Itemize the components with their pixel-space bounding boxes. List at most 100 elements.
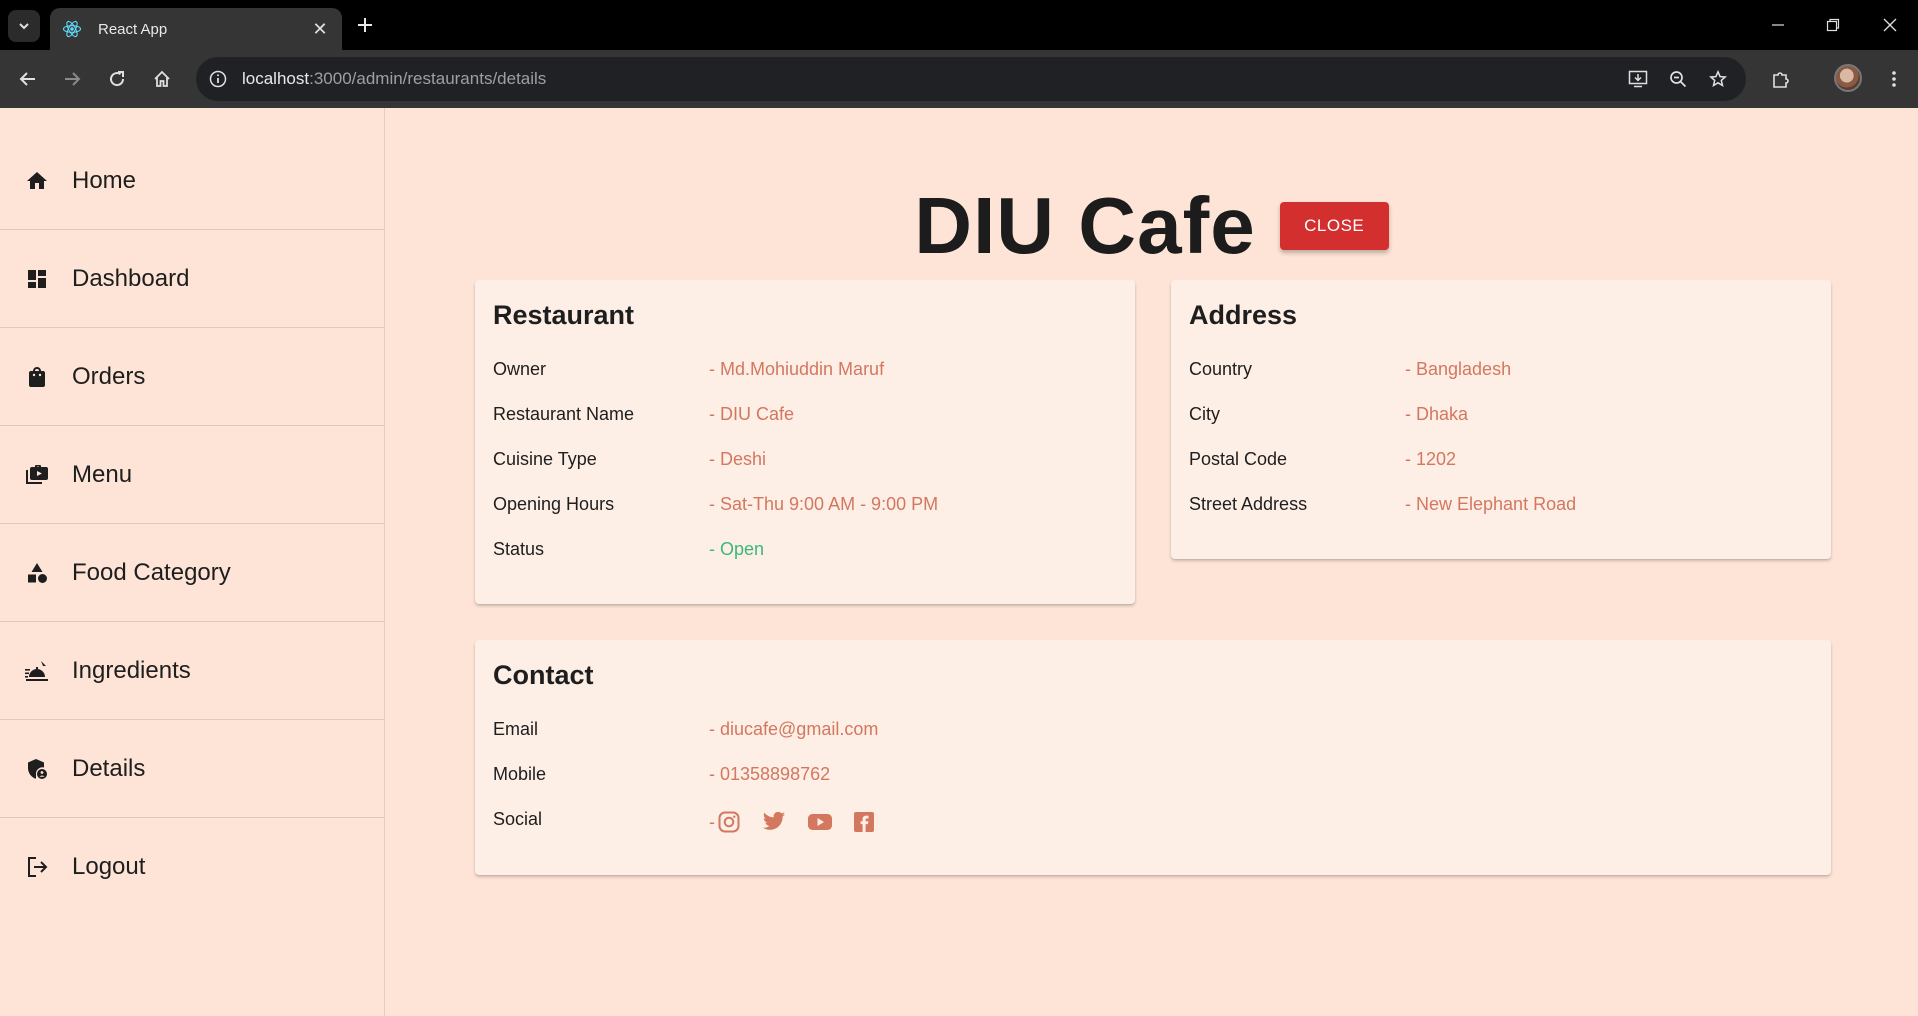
url-path: :3000/admin/restaurants/details: [309, 69, 547, 88]
social-links: -: [709, 807, 897, 837]
sidebar-item-label: Details: [72, 754, 146, 782]
sidebar-item-food-category[interactable]: Food Category: [0, 524, 384, 622]
contact-card: Contact Email - diucafe@gmail.com Mobile…: [475, 640, 1831, 875]
info-row: Cuisine Type - Deshi: [493, 449, 1117, 494]
zoom-icon[interactable]: [1662, 63, 1694, 95]
install-app-icon[interactable]: [1622, 63, 1654, 95]
sidebar-item-logout[interactable]: Logout: [0, 818, 384, 916]
minimize-button[interactable]: [1763, 12, 1793, 38]
reload-button[interactable]: [101, 63, 133, 95]
info-row: Mobile - 01358898762: [493, 764, 1813, 809]
browser-tab-bar: React App ✕: [0, 0, 1918, 50]
admin-details-icon: [24, 756, 50, 782]
postal-code-value: - 1202: [1405, 449, 1457, 469]
opening-hours-value: - Sat-Thu 9:00 AM - 9:00 PM: [709, 494, 939, 514]
sidebar-item-label: Home: [72, 166, 137, 194]
arrow-right-icon: [65, 72, 81, 86]
instagram-icon[interactable]: [717, 807, 762, 837]
title-row: DIU Cafe CLOSE: [385, 176, 1918, 276]
forward-button[interactable]: [56, 63, 88, 95]
sidebar-item-home[interactable]: Home: [0, 132, 384, 230]
owner-label: Owner: [493, 359, 547, 379]
extensions-button[interactable]: [1765, 63, 1797, 95]
browser-tab[interactable]: React App ✕: [50, 8, 342, 50]
page-title: DIU Cafe: [914, 181, 1256, 270]
youtube-icon[interactable]: [807, 807, 852, 837]
cuisine-type-value: - Deshi: [709, 449, 767, 469]
info-row: Restaurant Name - DIU Cafe: [493, 404, 1117, 449]
sidebar-item-label: Ingredients: [72, 656, 191, 684]
tab-search-button[interactable]: [8, 10, 40, 42]
sidebar-item-dashboard[interactable]: Dashboard: [0, 230, 384, 328]
app-root: Home Dashboard Orders Menu Food Category…: [0, 108, 1918, 1016]
city-label: City: [1189, 404, 1220, 424]
sidebar-item-label: Food Category: [72, 558, 231, 586]
restaurant-name-label: Restaurant Name: [493, 404, 635, 424]
sidebar-item-label: Dashboard: [72, 264, 190, 292]
info-row: City - Dhaka: [1189, 404, 1813, 449]
sidebar: Home Dashboard Orders Menu Food Category…: [0, 108, 385, 1016]
email-value: - diucafe@gmail.com: [709, 719, 879, 739]
twitter-icon[interactable]: [762, 807, 807, 837]
card-title: Address: [1189, 300, 1298, 330]
info-row: Email - diucafe@gmail.com: [493, 719, 1813, 764]
info-row: Street Address - New Elephant Road: [1189, 494, 1813, 539]
contact-rows: Email - diucafe@gmail.com Mobile - 01358…: [493, 719, 1813, 854]
restore-icon: [1826, 18, 1840, 32]
cuisine-type-label: Cuisine Type: [493, 449, 597, 469]
info-row: Status - Open: [493, 539, 1117, 584]
sidebar-item-orders[interactable]: Orders: [0, 328, 384, 426]
bookmark-star-icon[interactable]: [1702, 63, 1734, 95]
shopping-bag-icon: [24, 364, 50, 390]
restaurant-name-value: - DIU Cafe: [709, 404, 795, 424]
site-info-icon[interactable]: [200, 61, 236, 97]
card-title: Restaurant: [493, 300, 635, 330]
card-title: Contact: [493, 660, 594, 690]
social-dash: -: [709, 811, 715, 832]
status-label: Status: [493, 539, 545, 559]
close-button[interactable]: CLOSE: [1279, 202, 1389, 250]
tab-close-icon[interactable]: ✕: [310, 19, 330, 40]
info-row: Owner - Md.Mohiuddin Maruf: [493, 359, 1117, 404]
sidebar-item-details[interactable]: Details: [0, 720, 384, 818]
email-label: Email: [493, 719, 539, 739]
browser-menu-button[interactable]: [1878, 63, 1910, 95]
opening-hours-label: Opening Hours: [493, 494, 615, 514]
browser-toolbar: localhost:3000/admin/restaurants/details: [0, 50, 1918, 108]
country-value: - Bangladesh: [1405, 359, 1512, 379]
ingredients-icon: [24, 658, 50, 684]
home-button[interactable]: [146, 63, 178, 95]
sidebar-item-ingredients[interactable]: Ingredients: [0, 622, 384, 720]
new-tab-button[interactable]: [352, 12, 378, 38]
main-content: DIU Cafe CLOSE Restaurant Owner - Md.Moh…: [385, 108, 1918, 1016]
dashboard-icon: [24, 266, 50, 292]
sidebar-list: Home Dashboard Orders Menu Food Category…: [0, 132, 384, 916]
postal-code-label: Postal Code: [1189, 449, 1288, 469]
back-button[interactable]: [12, 63, 44, 95]
profile-avatar[interactable]: [1834, 64, 1862, 92]
puzzle-icon: [1773, 72, 1789, 88]
address-rows: Country - Bangladesh City - Dhaka Postal…: [1189, 359, 1813, 539]
home-outline-icon: [154, 70, 170, 87]
info-row: Opening Hours - Sat-Thu 9:00 AM - 9:00 P…: [493, 494, 1117, 539]
city-value: - Dhaka: [1405, 404, 1469, 424]
address-bar[interactable]: localhost:3000/admin/restaurants/details: [196, 57, 1746, 101]
facebook-icon[interactable]: [852, 807, 897, 837]
react-logo-icon: [62, 19, 82, 39]
window-close-button[interactable]: [1875, 12, 1905, 38]
category-icon: [24, 560, 50, 586]
mobile-value: - 01358898762: [709, 764, 831, 784]
restore-button[interactable]: [1818, 12, 1848, 38]
tab-title: React App: [98, 20, 168, 38]
social-label: Social: [493, 809, 543, 829]
url-text: localhost:3000/admin/restaurants/details: [242, 69, 546, 89]
street-address-value: - New Elephant Road: [1405, 494, 1577, 514]
country-label: Country: [1189, 359, 1253, 379]
sidebar-item-menu[interactable]: Menu: [0, 426, 384, 524]
arrow-left-icon: [19, 72, 35, 86]
sidebar-item-label: Menu: [72, 460, 133, 488]
home-icon: [24, 168, 50, 194]
info-row: Social -: [493, 809, 1813, 854]
plus-icon: [358, 18, 372, 32]
info-row: Postal Code - 1202: [1189, 449, 1813, 494]
